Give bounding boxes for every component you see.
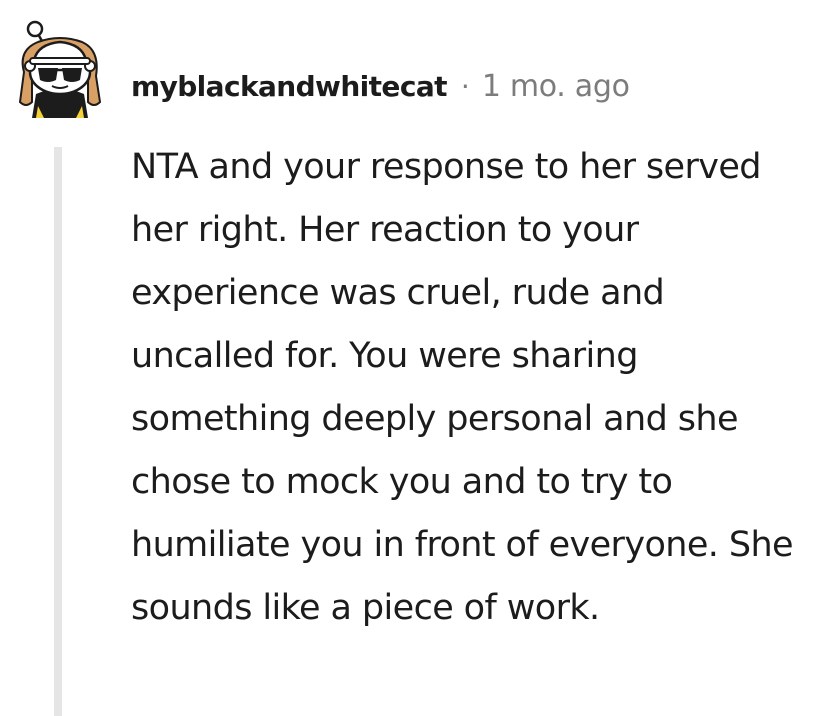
- comment: myblackandwhitecat · 1 mo. ago NTA and y…: [0, 0, 817, 716]
- snoo-avatar-icon: [18, 20, 102, 118]
- username-link[interactable]: myblackandwhitecat: [131, 70, 448, 103]
- comment-header: myblackandwhitecat · 1 mo. ago: [131, 64, 630, 108]
- comment-timestamp[interactable]: 1 mo. ago: [482, 69, 630, 104]
- thread-collapse-line[interactable]: [54, 147, 62, 716]
- comment-body: NTA and your response to her served her …: [131, 147, 794, 628]
- user-avatar[interactable]: [8, 10, 112, 120]
- meta-separator: ·: [460, 69, 470, 103]
